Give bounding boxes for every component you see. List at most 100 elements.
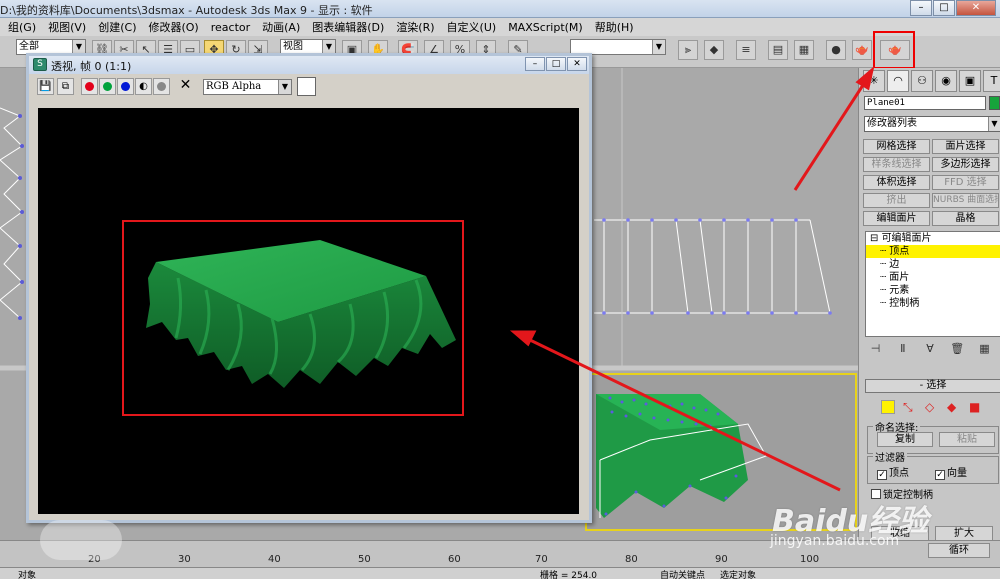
highlight-box: [873, 31, 915, 69]
mesh-select-button[interactable]: 网格选择: [863, 139, 930, 154]
minimize-button[interactable]: –: [910, 0, 932, 16]
auto-key-button[interactable]: 自动关键点: [660, 568, 705, 579]
render-close-button[interactable]: ✕: [567, 57, 587, 71]
stack-item-label: 控制柄: [889, 298, 920, 309]
selected-dropdown[interactable]: 选定对象: [720, 568, 756, 579]
vector-filter-checkbox[interactable]: ✓ 向量: [935, 464, 967, 480]
vertex-mode-icon[interactable]: [881, 400, 895, 414]
mirror-icon[interactable]: ⫸: [678, 40, 698, 60]
stack-item-edge[interactable]: ┈ 边: [866, 258, 1000, 271]
stack-item-label: 元素: [889, 285, 910, 296]
patch-mode-icon[interactable]: ◆: [947, 400, 961, 414]
title-bar: D:\我的资料库\Documents\3dsmax - Autodesk 3ds…: [0, 0, 1000, 18]
layer-icon[interactable]: ≡: [736, 40, 756, 60]
modifier-list-dropdown[interactable]: 修改器列表 ▼: [864, 116, 1000, 132]
edit-patch-button[interactable]: 编辑面片: [863, 211, 930, 226]
remove-modifier-icon[interactable]: 🗑: [947, 340, 968, 358]
loop-button[interactable]: 循环: [928, 543, 990, 558]
modify-tab-icon[interactable]: ◠: [887, 70, 909, 92]
window-title: D:\我的资料库\Documents\3dsmax - Autodesk 3ds…: [0, 4, 373, 17]
schematic-view-icon[interactable]: ▦: [794, 40, 814, 60]
menu-rendering[interactable]: 渲染(R): [390, 19, 440, 35]
stack-item-handle[interactable]: ┈ 控制柄: [866, 297, 1000, 310]
green-channel-toggle[interactable]: [99, 78, 116, 95]
menu-create[interactable]: 创建(C): [92, 19, 142, 35]
render-window-titlebar[interactable]: S 透视, 帧 0 (1:1) – □ ✕: [29, 56, 589, 74]
menu-maxscript[interactable]: MAXScript(M): [502, 21, 589, 34]
stack-item-element[interactable]: ┈ 元素: [866, 284, 1000, 297]
menu-help[interactable]: 帮助(H): [589, 19, 640, 35]
clear-icon[interactable]: ✕: [177, 78, 194, 95]
stack-item-patch[interactable]: ┈ 面片: [866, 271, 1000, 284]
color-swatch[interactable]: [297, 77, 316, 96]
clone-icon[interactable]: ⧉: [57, 78, 74, 95]
modifier-list-value: 修改器列表: [867, 118, 917, 129]
chevron-down-icon: ▼: [652, 40, 665, 54]
lattice-button[interactable]: 晶格: [932, 211, 999, 226]
align-icon[interactable]: ◆: [704, 40, 724, 60]
close-button[interactable]: ✕: [956, 0, 996, 16]
render-minimize-button[interactable]: –: [525, 57, 545, 71]
render-window-toolbar: 💾 ⧉ ◐ ✕ RGB Alpha ▼: [29, 74, 589, 100]
copy-button[interactable]: 复制: [877, 432, 933, 447]
motion-tab-icon[interactable]: ◉: [935, 70, 957, 92]
element-mode-icon[interactable]: ■: [969, 400, 983, 414]
object-color-swatch[interactable]: [989, 96, 1000, 110]
save-icon[interactable]: 💾: [37, 78, 54, 95]
stack-item-vertex[interactable]: ┈ 顶点: [866, 245, 1000, 258]
chevron-down-icon: ▼: [278, 80, 291, 94]
curve-editor-icon[interactable]: ▤: [768, 40, 788, 60]
stack-item-label: 边: [889, 259, 900, 270]
hierarchy-tab-icon[interactable]: ⚇: [911, 70, 933, 92]
show-end-result-icon[interactable]: Ⅱ: [892, 340, 913, 358]
nurbs-surface-select-button[interactable]: NURBS 曲面选择: [932, 193, 999, 208]
menu-modifiers[interactable]: 修改器(O): [142, 19, 204, 35]
volume-select-button[interactable]: 体积选择: [863, 175, 930, 190]
stack-item-label: 顶点: [889, 246, 910, 257]
edge-mode-icon[interactable]: ◇: [925, 400, 939, 414]
object-name-field[interactable]: Plane01: [864, 96, 986, 110]
status-grid: 栅格 = 254.0: [540, 571, 598, 579]
patch-select-button[interactable]: 面片选择: [932, 139, 999, 154]
checkbox-box: ✓: [877, 470, 887, 480]
alpha-channel-icon[interactable]: ◐: [135, 78, 152, 95]
extrude-button[interactable]: 挤出: [863, 193, 930, 208]
material-editor-icon[interactable]: ●: [826, 40, 846, 60]
selection-rollout-header[interactable]: - 选择: [865, 379, 1000, 393]
paste-button[interactable]: 粘贴: [939, 432, 995, 447]
make-unique-icon[interactable]: ∀: [919, 340, 940, 358]
display-tab-icon[interactable]: ▣: [959, 70, 981, 92]
configure-sets-icon[interactable]: ▦: [974, 340, 995, 358]
chevron-down-icon: ▼: [988, 117, 1000, 131]
utilities-tab-icon[interactable]: T: [983, 70, 1000, 92]
ruler-label: 50: [358, 554, 371, 565]
render-maximize-button[interactable]: □: [546, 57, 566, 71]
maximize-button[interactable]: □: [933, 0, 955, 16]
handle-mode-icon[interactable]: ⤡: [903, 400, 917, 414]
menu-reactor[interactable]: reactor: [205, 21, 256, 34]
channel-dropdown[interactable]: RGB Alpha ▼: [203, 79, 292, 95]
menu-group[interactable]: 组(G): [2, 19, 42, 35]
menu-animation[interactable]: 动画(A): [256, 19, 306, 35]
mono-icon[interactable]: [153, 78, 170, 95]
blue-channel-toggle[interactable]: [117, 78, 134, 95]
spline-select-button[interactable]: 样条线选择: [863, 157, 930, 172]
stack-root[interactable]: ⊟ 可编辑面片: [866, 232, 1000, 245]
ruler-label: 30: [178, 554, 191, 565]
chevron-down-icon: ▼: [72, 40, 85, 54]
command-panel: ✳ ◠ ⚇ ◉ ▣ T Plane01 修改器列表 ▼ 网格选择 面片选择 样条线…: [858, 68, 1000, 541]
render-setup-icon[interactable]: 🫖: [852, 40, 872, 60]
red-channel-toggle[interactable]: [81, 78, 98, 95]
ruler-label: 90: [715, 554, 728, 565]
filter-label: 过滤器: [873, 449, 907, 464]
grow-button[interactable]: 扩大: [935, 526, 993, 541]
vertex-filter-checkbox[interactable]: ✓ 顶点: [877, 464, 909, 480]
ruler-label: 80: [625, 554, 638, 565]
poly-select-button[interactable]: 多边形选择: [932, 157, 999, 172]
pin-stack-icon[interactable]: ⊣: [865, 340, 886, 358]
menu-views[interactable]: 视图(V): [42, 19, 92, 35]
create-tab-icon[interactable]: ✳: [863, 70, 885, 92]
menu-customize[interactable]: 自定义(U): [441, 19, 503, 35]
ffd-select-button[interactable]: FFD 选择: [932, 175, 999, 190]
menu-graph-editors[interactable]: 图表编辑器(D): [306, 19, 390, 35]
